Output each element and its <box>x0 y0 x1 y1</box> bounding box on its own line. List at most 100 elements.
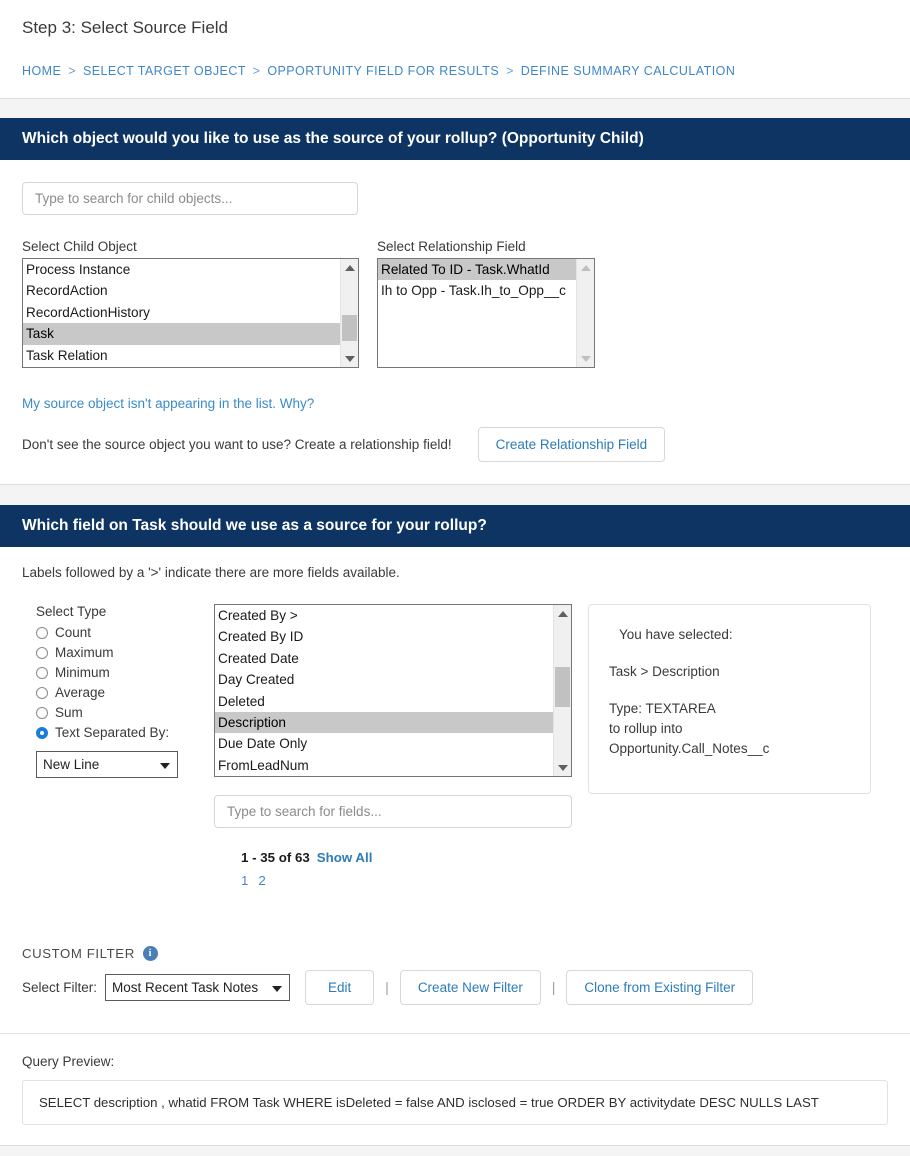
child-object-option[interactable]: Task Relation <box>23 345 341 366</box>
relationship-field-listbox[interactable]: Related To ID - Task.WhatId Ih to Opp - … <box>377 258 595 368</box>
child-object-option[interactable]: RecordAction <box>23 280 341 301</box>
radio-icon[interactable] <box>36 626 48 639</box>
select-type-label: Select Type <box>36 604 107 619</box>
chevron-down-icon <box>272 985 283 992</box>
clone-from-existing-filter-button[interactable]: Clone from Existing Filter <box>566 970 754 1005</box>
relationship-field-option-selected[interactable]: Related To ID - Task.WhatId <box>378 259 577 281</box>
query-preview-box: SELECT description , whatid FROM Task WH… <box>22 1080 888 1125</box>
radio-icon-checked[interactable] <box>36 726 48 739</box>
field-option[interactable]: Deleted <box>215 691 554 712</box>
field-option[interactable]: Created Date <box>215 648 554 669</box>
source-object-help-link[interactable]: My source object isn't appearing in the … <box>22 396 314 411</box>
relationship-field-option[interactable]: Ih to Opp - Task.Ih_to_Opp__c <box>378 280 577 301</box>
breadcrumb-separator: > <box>506 64 514 78</box>
field-option-selected[interactable]: Description <box>215 712 554 734</box>
child-object-option-selected[interactable]: Task <box>23 323 341 345</box>
radio-label: Maximum <box>55 645 114 660</box>
field-listbox[interactable]: Created By > Created By ID Created Date … <box>214 604 572 777</box>
child-object-scrollbar[interactable] <box>340 259 358 367</box>
breadcrumb-separator: > <box>252 64 261 78</box>
breadcrumb-separator: > <box>68 64 76 78</box>
listbox-row: Select Child Object Process Instance Rec… <box>22 239 888 368</box>
child-object-search-input[interactable] <box>22 182 358 215</box>
edit-filter-button[interactable]: Edit <box>305 970 375 1005</box>
spacer <box>0 99 910 118</box>
scroll-down-arrow-icon[interactable] <box>341 350 358 367</box>
field-list-group: Created By > Created By ID Created Date … <box>214 604 572 890</box>
source-field-body: Labels followed by a '>' indicate there … <box>0 547 910 1033</box>
radio-label: Text Separated By: <box>55 725 170 740</box>
filter-select-value: Most Recent Task Notes <box>112 980 259 995</box>
radio-label: Minimum <box>55 665 110 680</box>
scroll-up-arrow-icon[interactable] <box>341 259 358 276</box>
summary-heading: You have selected: <box>619 627 733 642</box>
breadcrumb-item-home[interactable]: HOME <box>22 64 61 78</box>
source-help-row: My source object isn't appearing in the … <box>22 395 888 413</box>
scroll-up-arrow-icon[interactable] <box>554 605 571 622</box>
field-option[interactable]: Day Created <box>215 669 554 690</box>
create-relationship-row: Don't see the source object you want to … <box>22 427 888 462</box>
radio-minimum[interactable]: Minimum <box>36 665 196 680</box>
summary-rollup-into: to rollup into <box>609 721 683 736</box>
field-option[interactable]: Created By ID <box>215 626 554 647</box>
create-relationship-text: Don't see the source object you want to … <box>22 437 452 452</box>
child-object-options: Process Instance RecordAction RecordActi… <box>23 259 341 367</box>
child-object-label: Select Child Object <box>22 239 137 254</box>
radio-icon[interactable] <box>36 666 48 679</box>
text-separator-select[interactable]: New Line <box>36 751 178 778</box>
divider: | <box>385 980 389 995</box>
show-all-link[interactable]: Show All <box>317 850 373 865</box>
info-icon[interactable]: i <box>142 946 158 961</box>
child-object-option[interactable]: Process Instance <box>23 259 341 280</box>
page-title: Step 3: Select Source Field <box>22 18 229 37</box>
query-preview-label: Query Preview: <box>22 1054 115 1069</box>
field-option[interactable]: Due Date Only <box>215 733 554 754</box>
scrollbar-thumb[interactable] <box>555 667 570 707</box>
custom-filter-title-row: CUSTOM FILTER i <box>22 946 888 961</box>
filter-select[interactable]: Most Recent Task Notes <box>105 974 291 1001</box>
scrollbar-thumb[interactable] <box>342 315 357 341</box>
breadcrumb-item-opportunity-field-for-results[interactable]: OPPORTUNITY FIELD FOR RESULTS <box>267 64 499 78</box>
field-option[interactable]: FromLeadNum <box>215 755 554 776</box>
field-hint-text: Labels followed by a '>' indicate there … <box>22 565 400 580</box>
scroll-up-arrow-icon[interactable] <box>577 259 594 276</box>
relationship-field-label: Select Relationship Field <box>377 239 526 254</box>
relationship-field-options: Related To ID - Task.WhatId Ih to Opp - … <box>378 259 577 367</box>
child-object-group: Select Child Object Process Instance Rec… <box>22 239 359 368</box>
breadcrumb-item-define-summary-calculation[interactable]: DEFINE SUMMARY CALCULATION <box>521 64 736 78</box>
custom-filter-group: CUSTOM FILTER i Select Filter: Most Rece… <box>22 946 888 1005</box>
radio-average[interactable]: Average <box>36 685 196 700</box>
pagination-page-2[interactable]: 2 <box>258 873 265 888</box>
query-preview-group: Query Preview: SELECT description , what… <box>0 1034 910 1145</box>
breadcrumb-item-select-target-object[interactable]: SELECT TARGET OBJECT <box>83 64 246 78</box>
field-option[interactable]: Created By > <box>215 605 554 626</box>
pagination-page-1[interactable]: 1 <box>241 873 248 888</box>
chevron-down-icon <box>160 762 170 769</box>
radio-text-separated-by[interactable]: Text Separated By: <box>36 725 196 740</box>
radio-icon[interactable] <box>36 706 48 719</box>
pagination-range-row: 1 - 35 of 63 Show All <box>241 850 572 865</box>
relationship-field-group: Select Relationship Field Related To ID … <box>377 239 595 368</box>
radio-icon[interactable] <box>36 646 48 659</box>
radio-maximum[interactable]: Maximum <box>36 645 196 660</box>
create-new-filter-button[interactable]: Create New Filter <box>399 970 541 1005</box>
radio-sum[interactable]: Sum <box>36 705 196 720</box>
source-field-banner: Which field on Task should we use as a s… <box>0 505 910 547</box>
field-picker-row: Select Type Count Maximum Minimum Averag… <box>22 604 888 890</box>
child-object-listbox[interactable]: Process Instance RecordAction RecordActi… <box>22 258 359 368</box>
scroll-down-arrow-icon[interactable] <box>554 759 571 776</box>
radio-count[interactable]: Count <box>36 625 196 640</box>
source-object-body: Select Child Object Process Instance Rec… <box>0 160 910 484</box>
radio-label: Sum <box>55 705 83 720</box>
selection-summary-group: You have selected: Task > Description Ty… <box>588 604 871 890</box>
child-object-option[interactable]: RecordActionHistory <box>23 302 341 323</box>
field-list-scrollbar[interactable] <box>553 605 571 776</box>
relationship-field-scrollbar[interactable] <box>576 259 594 367</box>
create-relationship-field-button[interactable]: Create Relationship Field <box>477 427 666 462</box>
field-search-input[interactable] <box>214 795 572 828</box>
radio-icon[interactable] <box>36 686 48 699</box>
scroll-down-arrow-icon[interactable] <box>577 350 594 367</box>
pagination: 1 - 35 of 63 Show All 12 <box>214 850 572 890</box>
page-root: Step 3: Select Source Field HOME > SELEC… <box>0 0 910 1156</box>
